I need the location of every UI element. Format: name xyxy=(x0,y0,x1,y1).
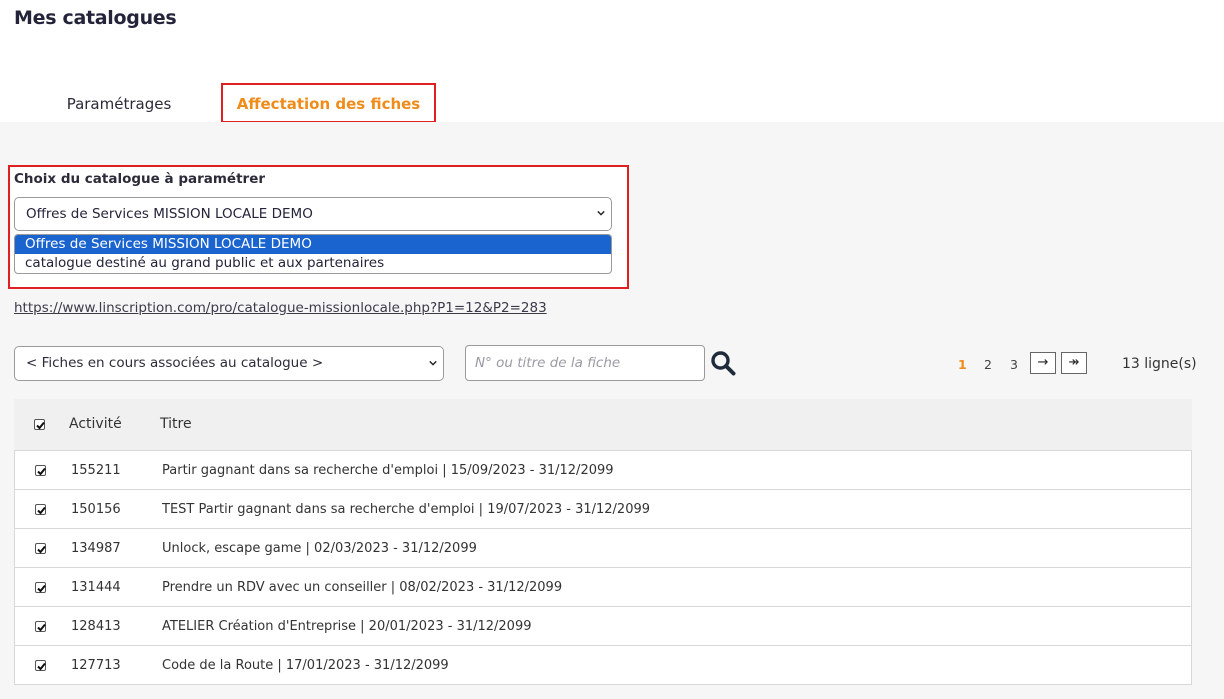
catalog-select[interactable]: Offres de Services MISSION LOCALE DEMO xyxy=(14,197,612,231)
check-icon xyxy=(37,623,46,632)
row-checkbox[interactable] xyxy=(35,504,46,515)
row-checkbox[interactable] xyxy=(35,660,46,671)
chevron-down-icon xyxy=(429,360,437,366)
catalog-select-value: Offres de Services MISSION LOCALE DEMO xyxy=(26,206,313,222)
page-title: Mes catalogues xyxy=(14,7,177,29)
table-row[interactable]: 127713 Code de la Route | 17/01/2023 - 3… xyxy=(15,645,1191,684)
catalog-option-mission-locale[interactable]: Offres de Services MISSION LOCALE DEMO xyxy=(15,235,611,254)
fiches-filter-value: < Fiches en cours associées au catalogue… xyxy=(26,355,324,371)
check-icon xyxy=(37,545,46,554)
catalog-select-label: Choix du catalogue à paramétrer xyxy=(14,171,266,187)
row-checkbox[interactable] xyxy=(35,465,46,476)
row-activity-id: 131444 xyxy=(71,580,121,595)
row-activity-id: 155211 xyxy=(71,463,121,478)
search-icon[interactable] xyxy=(710,350,736,376)
column-header-titre[interactable]: Titre xyxy=(160,416,192,432)
column-header-activite[interactable]: Activité xyxy=(69,416,122,432)
row-title: Partir gagnant dans sa recherche d'emplo… xyxy=(162,463,614,478)
tab-affectation-des-fiches[interactable]: Affectation des fiches xyxy=(221,83,436,123)
row-checkbox[interactable] xyxy=(35,543,46,554)
row-title: Prendre un RDV avec un conseiller | 08/0… xyxy=(162,580,563,595)
tab-parametrages[interactable]: Paramétrages xyxy=(48,84,190,124)
check-icon xyxy=(37,506,46,515)
pagination-page-3[interactable]: 3 xyxy=(1010,357,1018,372)
pagination-last-button[interactable]: ↠ xyxy=(1061,352,1087,374)
row-activity-id: 127713 xyxy=(71,658,121,673)
row-checkbox[interactable] xyxy=(35,621,46,632)
table-header: Activité Titre xyxy=(14,399,1192,450)
table-row[interactable]: 155211 Partir gagnant dans sa recherche … xyxy=(15,450,1191,489)
fiche-search-input[interactable] xyxy=(465,345,705,381)
table-body: 155211 Partir gagnant dans sa recherche … xyxy=(14,450,1192,685)
chevron-down-icon xyxy=(597,210,605,216)
check-icon xyxy=(37,584,46,593)
table-row[interactable]: 131444 Prendre un RDV avec un conseiller… xyxy=(15,567,1191,606)
row-title: Code de la Route | 17/01/2023 - 31/12/20… xyxy=(162,658,449,673)
pagination-next-button[interactable]: → xyxy=(1030,352,1056,374)
fiches-table: Activité Titre 155211 Partir gagnant dan… xyxy=(14,399,1192,685)
row-count: 13 ligne(s) xyxy=(1122,356,1197,372)
row-checkbox[interactable] xyxy=(35,582,46,593)
row-activity-id: 134987 xyxy=(71,541,121,556)
row-title: TEST Partir gagnant dans sa recherche d'… xyxy=(162,502,651,517)
table-row[interactable]: 128413 ATELIER Création d'Entreprise | 2… xyxy=(15,606,1191,645)
table-row[interactable]: 150156 TEST Partir gagnant dans sa reche… xyxy=(15,489,1191,528)
row-title: ATELIER Création d'Entreprise | 20/01/20… xyxy=(162,619,532,634)
check-icon xyxy=(37,467,46,476)
pagination-page-2[interactable]: 2 xyxy=(984,357,992,372)
select-all-checkbox[interactable] xyxy=(34,419,45,430)
table-row[interactable]: 134987 Unlock, escape game | 02/03/2023 … xyxy=(15,528,1191,567)
row-activity-id: 150156 xyxy=(71,502,121,517)
catalog-option-grand-public[interactable]: catalogue destiné au grand public et aux… xyxy=(15,254,611,273)
check-icon xyxy=(36,421,45,430)
pagination-page-1[interactable]: 1 xyxy=(958,357,967,372)
catalog-dropdown-list: Offres de Services MISSION LOCALE DEMO c… xyxy=(14,234,612,274)
check-icon xyxy=(37,662,46,671)
fiches-filter-select[interactable]: < Fiches en cours associées au catalogue… xyxy=(14,346,444,381)
row-title: Unlock, escape game | 02/03/2023 - 31/12… xyxy=(162,541,477,556)
row-activity-id: 128413 xyxy=(71,619,121,634)
catalog-url-link[interactable]: https://www.linscription.com/pro/catalog… xyxy=(14,300,547,316)
